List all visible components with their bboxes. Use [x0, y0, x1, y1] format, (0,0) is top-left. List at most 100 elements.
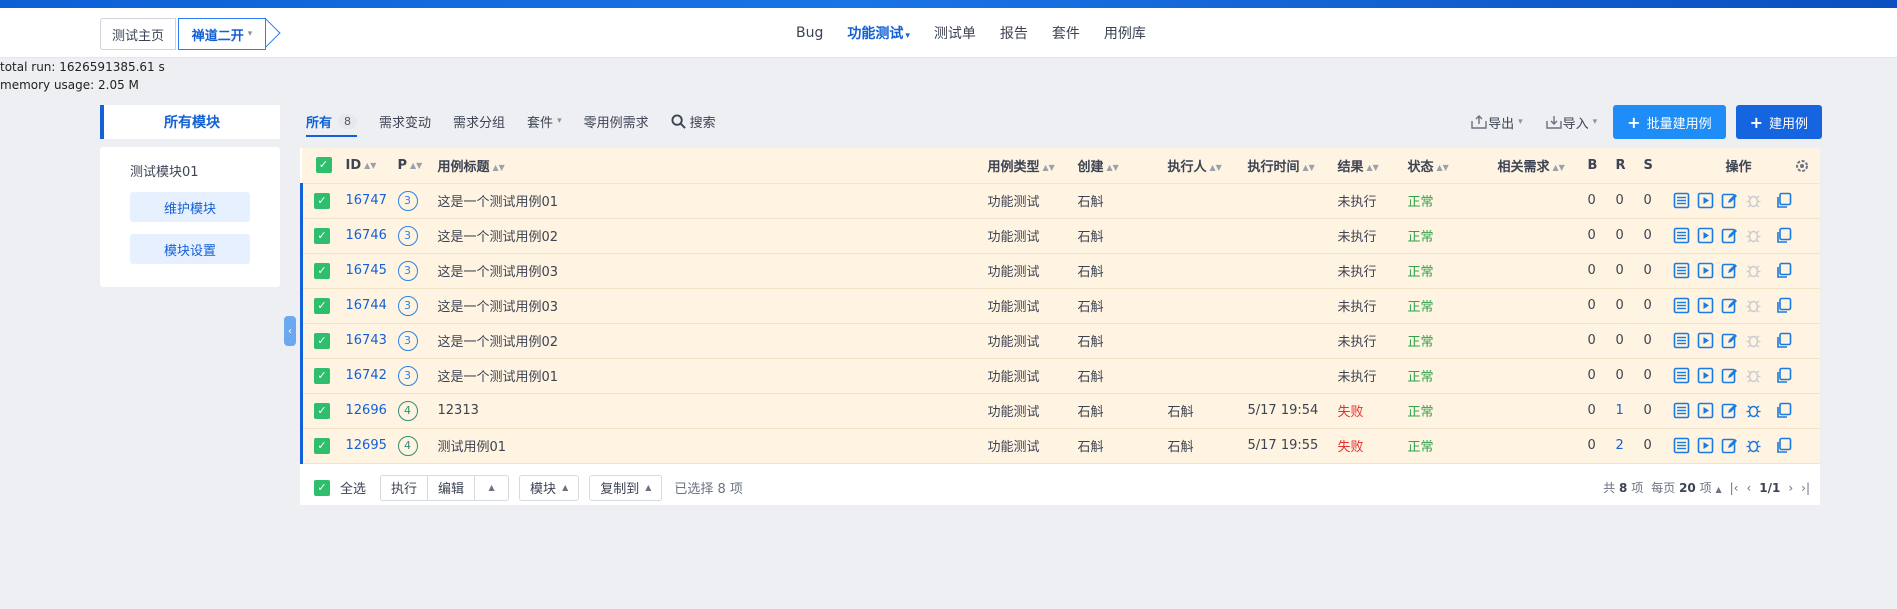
case-id-text[interactable]: 12696: [346, 403, 387, 418]
first-page-icon[interactable]: |‹: [1730, 481, 1739, 495]
run-icon[interactable]: [1696, 366, 1715, 385]
nav-item-5[interactable]: 用例库: [1092, 23, 1158, 43]
copy-icon[interactable]: [1774, 436, 1793, 455]
table-row[interactable]: ✓ 12695 4 测试用例01 功能测试 石斛 石斛 5/17 19:55 失败 正常 0 2 0: [300, 428, 1820, 464]
case-id[interactable]: 16742: [345, 358, 398, 394]
batch-edit-button[interactable]: 编辑: [428, 474, 476, 501]
col-title[interactable]: 用例标题 ▲▼: [437, 148, 988, 184]
checkbox-checked-icon[interactable]: ✓: [314, 332, 330, 349]
export-button[interactable]: 导出 ▾: [1464, 113, 1529, 132]
nav-item-2[interactable]: 测试单: [922, 23, 988, 43]
checkbox-checked-icon[interactable]: ✓: [314, 192, 330, 209]
checkbox-checked-icon[interactable]: ✓: [314, 367, 330, 384]
edit-icon[interactable]: [1720, 226, 1739, 245]
edit-icon[interactable]: [1720, 191, 1739, 210]
results-icon[interactable]: [1672, 401, 1691, 420]
bug-icon[interactable]: [1744, 401, 1763, 420]
case-results-text[interactable]: 1: [1616, 403, 1624, 418]
copy-icon[interactable]: [1774, 366, 1793, 385]
edit-icon[interactable]: [1720, 296, 1739, 315]
tab-all[interactable]: 所有 8: [306, 112, 358, 137]
edit-icon[interactable]: [1720, 261, 1739, 280]
col-exec-time[interactable]: 执行时间 ▲▼: [1247, 148, 1338, 184]
case-title-text[interactable]: 这是一个测试用例03: [438, 265, 559, 280]
module-item[interactable]: 测试模块01: [130, 161, 199, 180]
select-all-checkbox[interactable]: ✓: [314, 479, 330, 496]
pager-per-page[interactable]: 每页 20 项 ▲: [1651, 479, 1721, 496]
case-id-text[interactable]: 16747: [346, 193, 387, 208]
row-checkbox[interactable]: ✓: [300, 323, 346, 359]
run-icon[interactable]: [1696, 331, 1715, 350]
copy-icon[interactable]: [1774, 226, 1793, 245]
case-title[interactable]: 12313: [437, 393, 988, 429]
case-title[interactable]: 这是一个测试用例03: [437, 253, 988, 289]
case-title[interactable]: 这是一个测试用例01: [437, 183, 988, 219]
col-status[interactable]: 状态 ▲▼: [1407, 148, 1498, 184]
row-checkbox[interactable]: ✓: [300, 183, 346, 219]
nav-item-1[interactable]: 功能测试 ▾: [835, 23, 922, 43]
col-pri[interactable]: P ▲▼: [397, 148, 438, 184]
col-type[interactable]: 用例类型 ▲▼: [987, 148, 1078, 184]
copy-icon[interactable]: [1774, 331, 1793, 350]
edit-icon[interactable]: [1720, 436, 1739, 455]
nav-item-0[interactable]: Bug: [784, 25, 835, 41]
row-checkbox[interactable]: ✓: [300, 393, 346, 429]
table-row[interactable]: ✓ 16744 3 这是一个测试用例03 功能测试 石斛 未执行 正常 0 0 0: [300, 288, 1820, 324]
breadcrumb-home[interactable]: 测试主页: [100, 18, 176, 50]
edit-icon[interactable]: [1720, 331, 1739, 350]
tab-zero-case[interactable]: 零用例需求: [584, 112, 649, 131]
case-title[interactable]: 这是一个测试用例02: [437, 323, 988, 359]
checkbox-checked-icon[interactable]: ✓: [314, 262, 330, 279]
results-icon[interactable]: [1672, 331, 1691, 350]
table-row[interactable]: ✓ 16742 3 这是一个测试用例01 功能测试 石斛 未执行 正常 0 0 0: [300, 358, 1820, 394]
table-row[interactable]: ✓ 16745 3 这是一个测试用例03 功能测试 石斛 未执行 正常 0 0 0: [300, 253, 1820, 289]
copy-icon[interactable]: [1774, 401, 1793, 420]
case-id-text[interactable]: 12695: [346, 438, 387, 453]
run-icon[interactable]: [1696, 226, 1715, 245]
case-title-text[interactable]: 这是一个测试用例02: [438, 230, 559, 245]
case-title-text[interactable]: 这是一个测试用例03: [438, 300, 559, 315]
col-creator[interactable]: 创建 ▲▼: [1077, 148, 1168, 184]
nav-item-4[interactable]: 套件: [1040, 23, 1092, 43]
next-page-icon[interactable]: ›: [1788, 481, 1793, 495]
case-id[interactable]: 16745: [345, 253, 398, 289]
run-icon[interactable]: [1696, 261, 1715, 280]
run-icon[interactable]: [1696, 401, 1715, 420]
copy-icon[interactable]: [1774, 296, 1793, 315]
tab-search[interactable]: 搜索: [671, 112, 716, 131]
batch-module-button[interactable]: 模块 ▲: [519, 474, 580, 501]
case-title-text[interactable]: 这是一个测试用例01: [438, 195, 559, 210]
case-id-text[interactable]: 16745: [346, 263, 387, 278]
case-title-text[interactable]: 12313: [438, 403, 479, 418]
col-executor[interactable]: 执行人 ▲▼: [1167, 148, 1248, 184]
edit-icon[interactable]: [1720, 401, 1739, 420]
case-title-text[interactable]: 这是一个测试用例02: [438, 335, 559, 350]
results-icon[interactable]: [1672, 191, 1691, 210]
case-results[interactable]: 2: [1615, 428, 1644, 464]
table-row[interactable]: ✓ 16743 3 这是一个测试用例02 功能测试 石斛 未执行 正常 0 0 0: [300, 323, 1820, 359]
case-title[interactable]: 测试用例01: [437, 428, 988, 464]
col-id[interactable]: ID ▲▼: [345, 148, 398, 184]
sidebar-tab-all-modules[interactable]: 所有模块: [100, 105, 280, 139]
table-row[interactable]: ✓ 16746 3 这是一个测试用例02 功能测试 石斛 未执行 正常 0 0 0: [300, 218, 1820, 254]
prev-page-icon[interactable]: ‹: [1746, 481, 1751, 495]
case-results[interactable]: 1: [1615, 393, 1644, 429]
row-checkbox[interactable]: ✓: [300, 253, 346, 289]
copy-icon[interactable]: [1774, 261, 1793, 280]
table-row[interactable]: ✓ 12696 4 12313 功能测试 石斛 石斛 5/17 19:54 失败 正常 0 1 0: [300, 393, 1820, 429]
checkbox-checked-icon[interactable]: ✓: [314, 437, 330, 454]
col-story[interactable]: 相关需求 ▲▼: [1497, 148, 1588, 184]
results-icon[interactable]: [1672, 296, 1691, 315]
case-title-text[interactable]: 这是一个测试用例01: [438, 370, 559, 385]
case-results-text[interactable]: 2: [1616, 438, 1624, 453]
run-icon[interactable]: [1696, 191, 1715, 210]
table-row[interactable]: ✓ 16747 3 这是一个测试用例01 功能测试 石斛 未执行 正常 0 0 0: [300, 183, 1820, 219]
create-case-button[interactable]: + 建用例: [1735, 105, 1822, 139]
tab-story-change[interactable]: 需求变动: [379, 112, 431, 131]
batch-create-case-button[interactable]: + 批量建用例: [1613, 105, 1726, 139]
maintain-module-button[interactable]: 维护模块: [130, 192, 250, 222]
case-id-text[interactable]: 16742: [346, 368, 387, 383]
nav-item-3[interactable]: 报告: [988, 23, 1040, 43]
checkbox-checked-icon[interactable]: ✓: [314, 227, 330, 244]
case-id[interactable]: 16746: [345, 218, 398, 254]
